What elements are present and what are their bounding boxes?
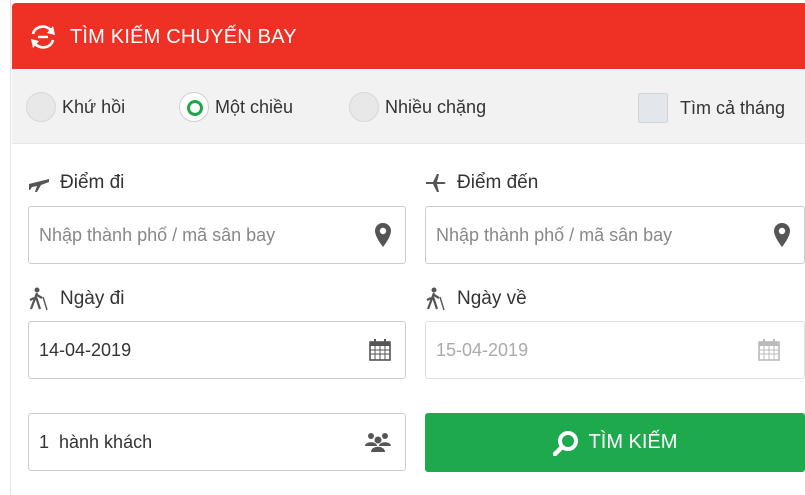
radio-circle[interactable]	[349, 92, 379, 122]
whole-month-checkbox[interactable]: Tìm cả tháng	[638, 93, 785, 123]
radio-one-way-label: Một chiều	[215, 96, 294, 117]
passengers-select[interactable]: 1 hành khách	[28, 413, 406, 471]
passengers-value: 1 hành khách	[39, 431, 153, 452]
checkbox-box[interactable]	[638, 93, 668, 123]
search-header: TÌM KIẾM CHUYẾN BAY	[12, 3, 805, 69]
destination-label-text: Điểm đến	[457, 172, 539, 193]
radio-one-way[interactable]: Một chiều	[179, 92, 293, 122]
destination-input[interactable]: Nhập thành phố / mã sân bay	[425, 206, 805, 264]
radio-round-trip[interactable]: Khứ hồi	[26, 92, 125, 122]
destination-label: Điểm đến	[425, 172, 538, 194]
location-pin-icon	[375, 223, 391, 247]
whole-month-label: Tìm cả tháng	[680, 97, 786, 118]
depart-label: Ngày đi	[28, 287, 124, 311]
origin-placeholder: Nhập thành phố / mã sân bay	[39, 224, 276, 245]
return-date-value: 15-04-2019	[436, 339, 529, 360]
walking-person-icon	[29, 287, 48, 311]
depart-date-input[interactable]: 14-04-2019	[28, 321, 406, 379]
origin-label: Điểm đi	[28, 172, 124, 194]
location-pin-icon	[774, 223, 790, 247]
radio-multi-city-label: Nhiều chặng	[385, 96, 487, 117]
return-label-text: Ngày về	[457, 288, 527, 309]
plane-takeoff-icon	[29, 179, 49, 192]
return-label: Ngày về	[425, 287, 527, 311]
depart-date-value: 14-04-2019	[39, 339, 132, 360]
calendar-icon	[758, 339, 780, 361]
radio-round-trip-label: Khứ hồi	[62, 96, 126, 117]
calendar-icon	[369, 339, 391, 361]
radio-circle[interactable]	[26, 92, 56, 122]
round-trip-arrows-icon	[31, 25, 55, 49]
return-date-input[interactable]: 15-04-2019	[425, 321, 805, 379]
users-group-icon	[365, 433, 391, 452]
walking-person-icon	[426, 287, 445, 311]
page-title: TÌM KIẾM CHUYẾN BAY	[70, 26, 297, 48]
depart-label-text: Ngày đi	[60, 288, 125, 309]
radio-circle-selected[interactable]	[179, 92, 209, 122]
search-button-label: TÌM KIẾM	[588, 431, 678, 453]
radio-multi-city[interactable]: Nhiều chặng	[349, 92, 486, 122]
origin-input[interactable]: Nhập thành phố / mã sân bay	[28, 206, 406, 264]
origin-label-text: Điểm đi	[60, 172, 125, 193]
plane-landing-icon	[426, 174, 446, 192]
search-icon	[552, 430, 578, 456]
search-button[interactable]: TÌM KIẾM	[425, 413, 805, 472]
trip-type-bar: Khứ hồi Một chiều Nhiều chặng Tìm cả thá…	[12, 70, 805, 144]
destination-placeholder: Nhập thành phố / mã sân bay	[436, 224, 673, 245]
